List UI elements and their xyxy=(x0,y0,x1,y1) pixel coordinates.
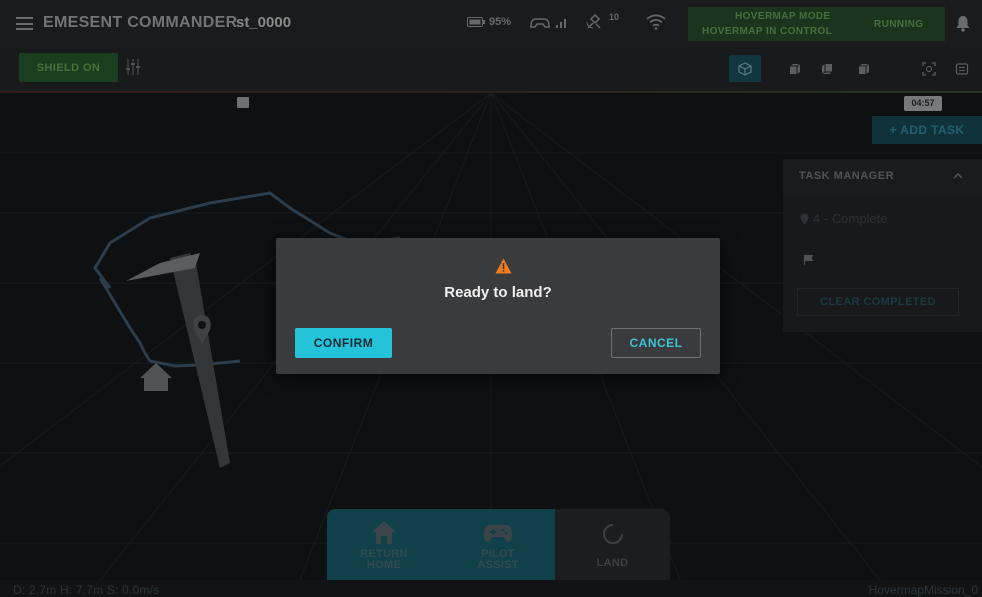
dialog-message: Ready to land? xyxy=(444,284,552,301)
land-confirmation-dialog: Ready to land? CONFIRM CANCEL xyxy=(276,238,720,374)
confirm-button[interactable]: CONFIRM xyxy=(295,328,392,358)
warning-icon xyxy=(495,258,512,274)
cancel-button[interactable]: CANCEL xyxy=(611,328,701,358)
